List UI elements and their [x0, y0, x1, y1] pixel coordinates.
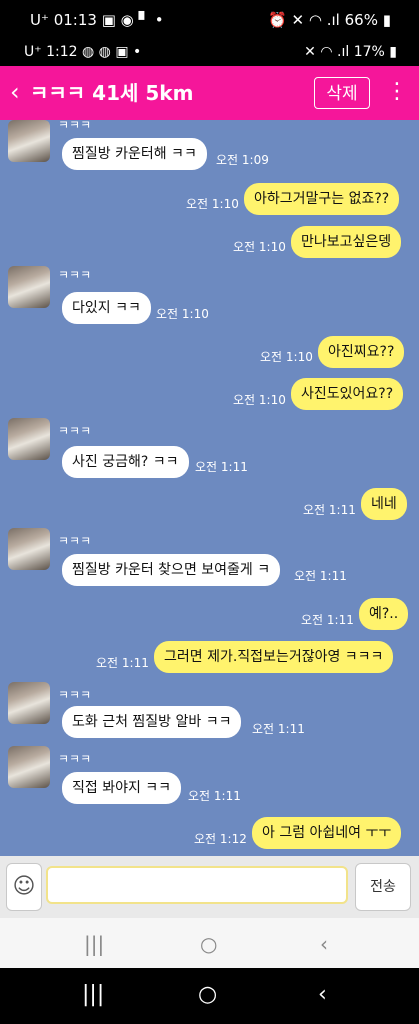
incoming-message[interactable]: 직접 봐야지 ㅋㅋ	[62, 772, 182, 804]
outgoing-message[interactable]: 그러면 제가.직접보는거잖아영 ㅋㅋㅋ	[154, 641, 394, 673]
outer-status-left: U⁺ 01:13 ▣ ◉ ▘ •	[30, 11, 164, 29]
signal-icons: ⏰ ✕ ◠ .ıl	[268, 11, 345, 29]
outgoing-message[interactable]: 만나보고싶은뎅	[291, 226, 402, 258]
battery-icon: ▮	[389, 44, 397, 60]
outer-status-bar: U⁺ 01:13 ▣ ◉ ▘ • ⏰ ✕ ◠ .ıl 66% ▮	[0, 0, 419, 40]
message-time: 오전 1:11	[252, 722, 305, 736]
avatar[interactable]	[8, 120, 50, 162]
sender-name: ㅋㅋㅋ	[58, 534, 92, 548]
chat-title: ㅋㅋㅋ 41세 5km	[30, 81, 194, 105]
message-input-bar: ☺ 전송	[0, 856, 419, 918]
message-time: 오전 1:11	[303, 503, 356, 517]
sender-name: ㅋㅋㅋ	[58, 120, 92, 132]
outgoing-message[interactable]: 네네	[361, 488, 407, 520]
carrier-label: U⁺	[24, 44, 42, 60]
message-time: 오전 1:11	[195, 460, 248, 474]
message-time: 오전 1:09	[216, 153, 269, 167]
outgoing-message[interactable]: 아진찌요??	[318, 336, 405, 368]
signal-icons: ✕ ◠ .ıl	[304, 44, 354, 60]
message-time: 오전 1:10	[156, 307, 209, 321]
battery-percent: 17%	[353, 44, 385, 60]
status-time: 1:12	[46, 44, 78, 60]
notification-icons: ▣ ◉ ▘ •	[101, 11, 164, 29]
recents-icon[interactable]: |||	[84, 932, 104, 956]
emoji-icon[interactable]: ☺	[6, 863, 42, 911]
home-icon[interactable]: ○	[198, 982, 217, 1007]
inner-status-bar: U⁺ 1:12 ◍ ◍ ▣ • ✕ ◠ .ıl 17% ▮	[0, 40, 419, 66]
battery-icon: ▮	[382, 11, 391, 29]
sender-name: ㅋㅋㅋ	[58, 424, 92, 438]
avatar[interactable]	[8, 682, 50, 724]
message-time: 오전 1:10	[186, 197, 239, 211]
inner-nav-bar: ||| ○ ‹	[0, 918, 419, 968]
status-time: 01:13	[53, 11, 97, 29]
notification-icons: ◍ ◍ ▣ •	[82, 44, 142, 60]
inner-status-left: U⁺ 1:12 ◍ ◍ ▣ •	[24, 44, 141, 60]
battery-percent: 66%	[344, 11, 378, 29]
message-time: 오전 1:10	[233, 393, 286, 407]
message-input[interactable]	[46, 866, 348, 904]
message-time: 오전 1:11	[188, 789, 241, 803]
outgoing-message[interactable]: 예?..	[359, 598, 409, 630]
message-time: 오전 1:12	[194, 832, 247, 846]
outgoing-message[interactable]: 아 그럼 아쉽네여 ㅜㅜ	[252, 817, 402, 849]
more-menu-icon[interactable]: ⋮	[386, 78, 408, 106]
sender-name: ㅋㅋㅋ	[58, 268, 92, 282]
recents-icon[interactable]: |||	[82, 982, 104, 1007]
delete-button[interactable]: 삭제	[314, 77, 370, 109]
avatar[interactable]	[8, 418, 50, 460]
outgoing-message[interactable]: 사진도있어요??	[291, 378, 404, 410]
incoming-message[interactable]: 찜질방 카운터해 ㅋㅋ	[62, 138, 207, 170]
back-icon[interactable]: ‹	[318, 982, 327, 1007]
chat-header: ‹ ㅋㅋㅋ 41세 5km 삭제 ⋮	[0, 66, 419, 120]
incoming-message[interactable]: 도화 근처 찜질방 알바 ㅋㅋ	[62, 706, 242, 738]
message-time: 오전 1:10	[233, 240, 286, 254]
incoming-message[interactable]: 다있지 ㅋㅋ	[62, 292, 151, 324]
message-time: 오전 1:11	[294, 569, 347, 583]
chat-area[interactable]: ㅋㅋㅋ 찜질방 카운터해 ㅋㅋ 오전 1:09 오전 1:10 아하그거말구는 …	[0, 120, 419, 856]
message-time: 오전 1:10	[260, 350, 313, 364]
outer-nav-bar: ||| ○ ‹	[0, 968, 419, 1024]
outer-status-right: ⏰ ✕ ◠ .ıl 66% ▮	[268, 11, 391, 29]
carrier-label: U⁺	[30, 11, 49, 29]
avatar[interactable]	[8, 746, 50, 788]
sender-name: ㅋㅋㅋ	[58, 752, 92, 766]
message-time: 오전 1:11	[301, 613, 354, 627]
incoming-message[interactable]: 찜질방 카운터 찾으면 보여줄게 ㅋ	[62, 554, 281, 586]
avatar[interactable]	[8, 528, 50, 570]
outgoing-message[interactable]: 아하그거말구는 없죠??	[244, 183, 400, 215]
avatar[interactable]	[8, 266, 50, 308]
home-icon[interactable]: ○	[200, 932, 217, 956]
back-arrow-icon[interactable]: ‹	[10, 80, 20, 104]
sender-name: ㅋㅋㅋ	[58, 688, 92, 702]
inner-status-right: ✕ ◠ .ıl 17% ▮	[304, 44, 397, 60]
back-icon[interactable]: ‹	[320, 932, 328, 956]
send-button[interactable]: 전송	[355, 863, 411, 911]
message-time: 오전 1:11	[96, 656, 149, 670]
incoming-message[interactable]: 사진 궁금해? ㅋㅋ	[62, 446, 189, 478]
